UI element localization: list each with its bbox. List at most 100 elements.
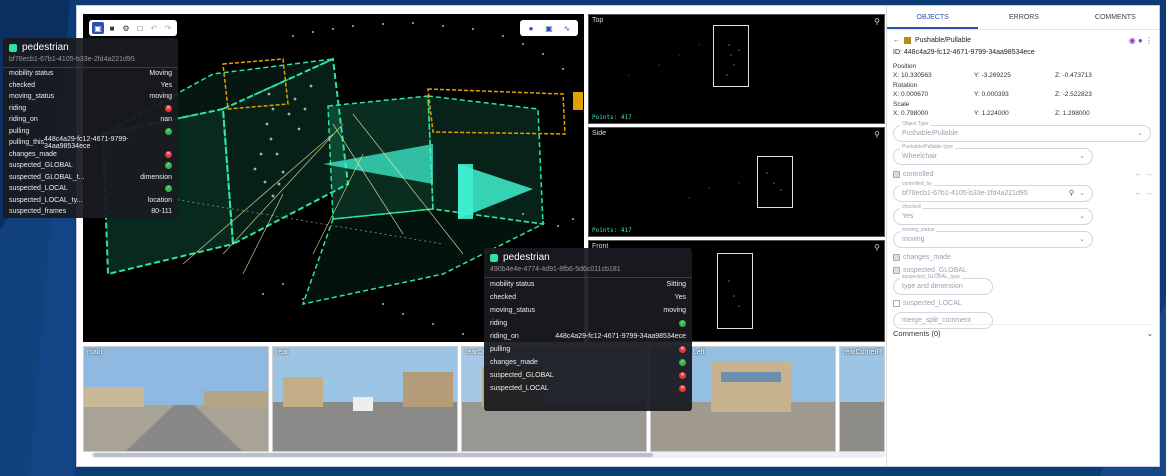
tooltip-row-key: changes_made [490, 359, 538, 366]
changes-made-row: changes_made [893, 252, 1159, 263]
position-y: Y: -3.269225 [974, 72, 1011, 79]
image-icon[interactable]: □ [134, 22, 146, 34]
eye-icon[interactable]: ◉ [1129, 36, 1136, 45]
scale-x: X: 0.798000 [893, 110, 929, 117]
panel-tabs: OBJECTS ERRORS COMMENTS [887, 6, 1159, 30]
top-view[interactable]: Top ⚲ Points: 417 [588, 14, 885, 124]
tooltip-rows: mobility status Sitting checked Yes moving_s… [484, 278, 692, 395]
chevron-down-icon[interactable]: ⌄ [1147, 325, 1153, 343]
object-type-label: Object Type [900, 121, 931, 128]
chevron-down-icon: ⌄ [1137, 130, 1143, 137]
tooltip-row-value: 448c4a29-fc12-4671-9799-34aa98534ece [555, 333, 686, 340]
rotation-values: X: 0.000670 Y: 0.000393 Z: -2.522823 [887, 90, 1159, 100]
object-header: ← Pushable/Pullable ◉ ● ⋮ [887, 34, 1159, 47]
camera-scrollbar[interactable] [91, 452, 885, 458]
tooltip-row-key: suspected_LOCAL_ty... [9, 196, 83, 204]
tooltip-header: pedestrian [484, 248, 692, 263]
controlled-by-select[interactable]: controlled_by bf78ecb1-67b1-4105-b33e-2f… [893, 181, 1093, 202]
camera-rear-image [273, 347, 457, 451]
checked-select[interactable]: checked Yes ⌄ [893, 204, 1093, 225]
tooltip-row: riding_on nan [3, 114, 178, 126]
check-icon: ✓ [165, 127, 172, 135]
suspected-global-type-value: type and dimension [902, 283, 963, 290]
tab-comments[interactable]: COMMENTS [1070, 6, 1159, 29]
top-view-points [628, 44, 740, 76]
tooltip-row-value: Sitting [666, 281, 686, 288]
class-color-icon [490, 253, 498, 262]
redo-icon[interactable]: ↷ [162, 22, 174, 34]
tab-objects[interactable]: OBJECTS [887, 6, 979, 29]
camera-icon[interactable]: ▣ [543, 22, 555, 34]
camera-main[interactable]: main [83, 346, 269, 452]
view-toolbar: ▣ ■ ⚙ □ ↶ ↷ [89, 20, 177, 36]
chart-icon[interactable]: ∿ [561, 22, 573, 34]
tooltip-row: checked Yes [484, 291, 692, 304]
camera-left-label: Left [693, 349, 705, 356]
tooltip-row-value: Moving [149, 70, 172, 78]
tooltip-row: mobility status Moving [3, 68, 178, 80]
pushable-type-value: Wheelchair [902, 153, 938, 160]
cube-icon[interactable]: ▣ [92, 22, 104, 34]
pin-icon[interactable]: ● [525, 22, 537, 34]
suspected-global-label: suspected_GLOBAL [903, 267, 967, 274]
changes-made-checkbox[interactable] [893, 254, 900, 261]
moving-status-select[interactable]: moving_status moving ⌄ [893, 227, 1093, 248]
suspected-global-type-field[interactable]: suspected_GLOBAL_type type and dimension [893, 274, 993, 295]
navigate-arrows-icon[interactable]: ← → [1135, 188, 1153, 197]
tooltip-row-key: suspected_frames [9, 208, 67, 216]
suspected-local-checkbox[interactable] [893, 300, 900, 307]
position-values: X: 10.330563 Y: -3.269225 Z: -0.473713 [887, 71, 1159, 81]
tooltip-id: bf78ecb1-67b1-4105-b33e-2fd4a221d95 [3, 53, 178, 68]
tooltip-row-key: riding [490, 320, 508, 327]
tooltip-row-key: riding [9, 104, 27, 112]
controlled-checkbox-row: controlled ← → [893, 169, 1159, 180]
camera-rear-corner-right[interactable]: rearCornerR [839, 346, 885, 452]
more-icon[interactable]: ⋮ [1145, 36, 1153, 45]
tooltip-row-key: mobility status [9, 70, 54, 78]
tooltip-row-key: checked [490, 294, 517, 301]
undo-icon[interactable]: ↶ [148, 22, 160, 34]
tooltip-title: pedestrian [22, 42, 69, 53]
tooltip-rows: mobility status Moving checked Yes moving_st… [3, 68, 178, 218]
top-view-points-count: Points: 417 [592, 114, 632, 121]
tooltip-row-key: mobility status [490, 281, 535, 288]
tooltip-title: pedestrian [503, 252, 550, 263]
scale-label: Scale [893, 101, 910, 108]
square-icon[interactable]: ■ [106, 22, 118, 34]
tooltip-row: suspected_GLOBAL ✓ [3, 160, 178, 172]
suspected-global-checkbox[interactable] [893, 267, 900, 274]
position-z: Z: -0.473713 [1055, 72, 1092, 79]
camera-main-label: main [87, 349, 103, 356]
tab-errors[interactable]: ERRORS [978, 6, 1069, 29]
changes-made-label: changes_made [903, 254, 951, 261]
scrollbar-thumb[interactable] [93, 453, 653, 457]
object-tooltip-2: pedestrian 490b4e4e-4774-4d91-8fb6-5d6c0… [484, 248, 692, 411]
side-view-points [688, 172, 782, 199]
controlled-checkbox[interactable] [893, 171, 900, 178]
chevron-down-icon: ⌄ [1079, 153, 1085, 160]
side-view-points-count: Points: 417 [592, 227, 632, 234]
tooltip-row: riding_on 448c4a29-fc12-4671-9799-34aa985… [484, 330, 692, 343]
cross-icon: ✕ [679, 372, 686, 379]
tooltip-row-key: moving_status [490, 307, 536, 314]
settings-icon[interactable]: ⚙ [120, 22, 132, 34]
side-view[interactable]: Side ⚲ Points: 417 [588, 127, 885, 237]
comments-section[interactable]: Comments (0) ⌄ [893, 324, 1153, 338]
tooltip-row-key: pulling_this [9, 139, 45, 147]
pushable-type-select[interactable]: Pushable/Pullable type Wheelchair ⌄ [893, 144, 1093, 165]
search-icon[interactable]: ⚲ [1069, 186, 1074, 201]
back-arrow-icon[interactable]: ← [893, 37, 900, 44]
controlled-by-value: bf78ecb1-67b1-4105-b33e-2fd4a221d95 [902, 190, 1028, 197]
camera-rear[interactable]: rear [272, 346, 458, 452]
scale-z: Z: 1.298000 [1055, 110, 1090, 117]
checked-label: checked [900, 204, 923, 211]
check-icon: ✓ [165, 185, 172, 193]
object-tooltip-1: pedestrian bf78ecb1-67b1-4105-b33e-2fd4a… [3, 38, 178, 218]
object-type-select[interactable]: Object Type Pushable/Pullable ⌄ [893, 121, 1151, 142]
tooltip-row-key: riding_on [9, 116, 38, 124]
navigate-arrows-icon[interactable]: ← → [1135, 169, 1153, 178]
tooltip-row-key: suspected_GLOBAL_t... [9, 173, 85, 181]
cross-icon: ✕ [165, 104, 172, 112]
camera-rear-corner-right-label: rearCornerR [843, 349, 882, 356]
location-pin-icon[interactable]: ● [1138, 36, 1143, 45]
